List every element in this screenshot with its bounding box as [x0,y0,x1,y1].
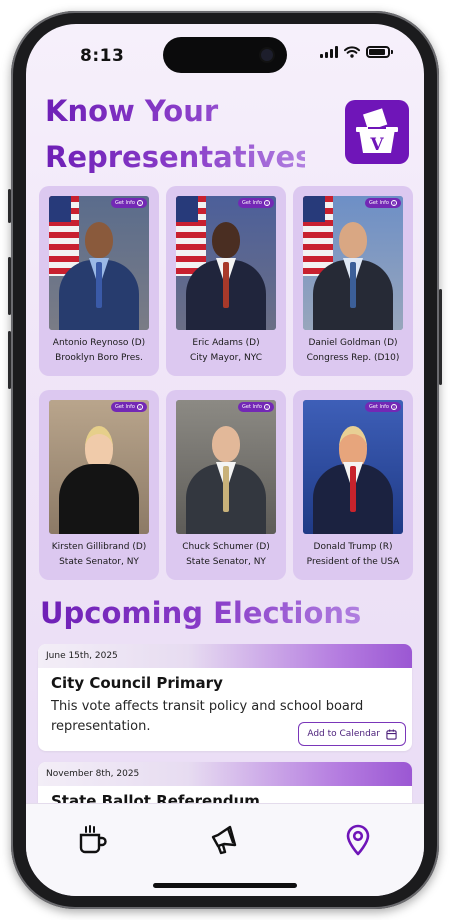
rep-card[interactable]: Get Info i Kirsten Gillibrand (D) State Se… [39,390,159,580]
rep-name-line: Chuck Schumer (D) [182,542,270,552]
ballot-box-icon: V [356,108,398,155]
megaphone-icon [211,825,237,855]
home-indicator[interactable] [153,883,297,888]
rep-title-line: Congress Rep. (D10) [306,353,400,363]
tab-location[interactable] [338,820,378,860]
election-date: June 15th, 2025 [38,644,412,668]
rep-card[interactable]: Get Info i Antonio Reynoso (D) Brooklyn Bo… [39,186,159,376]
get-info-label: Get Info [242,404,262,410]
rep-title-line: President of the USA [306,557,400,567]
get-info-button[interactable]: Get Info i [111,198,147,208]
rep-card[interactable]: Get Info i Chuck Schumer (D) State Senator… [166,390,286,580]
rep-name-line: Daniel Goldman (D) [308,338,398,348]
get-info-button[interactable]: Get Info i [365,198,401,208]
rep-photo [303,196,403,330]
page-title: Know Your Representatives [45,88,305,180]
tab-megaphone[interactable] [205,820,245,860]
rep-name-line: Donald Trump (R) [313,542,393,552]
rep-card[interactable]: Get Info i Donald Trump (R) President of t… [293,390,413,580]
rep-photo [303,400,403,534]
battery-icon [366,46,393,58]
volume-down-button [8,331,11,389]
rep-title-line: State Senator, NY [186,557,266,567]
ballot-box-logo[interactable]: V [345,100,409,164]
cellular-signal-icon [320,46,338,58]
info-icon: i [391,404,397,410]
get-info-button[interactable]: Get Info i [238,402,274,412]
get-info-label: Get Info [115,200,135,206]
rep-name: Donald Trump (R) President of the USA [297,540,409,570]
get-info-label: Get Info [115,404,135,410]
calendar-icon [386,728,397,740]
rep-name-line: Antonio Reynoso (D) [52,338,146,348]
location-pin-icon [346,824,370,856]
camera-icon [261,49,273,61]
rep-photo [176,196,276,330]
upcoming-elections-heading: Upcoming Elections [40,596,362,630]
page-title-line-2: Representatives [45,140,313,174]
rep-title-line: Brooklyn Boro Pres. [55,353,143,363]
info-icon: i [137,200,143,206]
rep-photo [176,400,276,534]
rep-name: Daniel Goldman (D) Congress Rep. (D10) [297,336,409,366]
rep-photo [49,196,149,330]
get-info-label: Get Info [242,200,262,206]
add-to-calendar-label: Add to Calendar [307,729,380,739]
action-button [8,189,11,223]
coffee-icon [79,825,107,854]
rep-name-line: Eric Adams (D) [192,338,260,348]
get-info-button[interactable]: Get Info i [365,402,401,412]
rep-name: Eric Adams (D) City Mayor, NYC [170,336,282,366]
rep-title-line: State Senator, NY [59,557,139,567]
rep-name: Chuck Schumer (D) State Senator, NY [170,540,282,570]
rep-name-line: Kirsten Gillibrand (D) [51,542,147,552]
info-icon: i [264,404,270,410]
page-title-line-1: Know Your [45,94,219,128]
logo-letter: V [369,135,384,155]
app-screen: 8:13 Know Your Representatives V Get Inf… [26,24,424,896]
rep-card[interactable]: Get Info i Daniel Goldman (D) Congress Rep… [293,186,413,376]
rep-photo [49,400,149,534]
get-info-button[interactable]: Get Info i [111,402,147,412]
election-card[interactable]: June 15th, 2025 City Council Primary Thi… [38,644,412,751]
get-info-button[interactable]: Get Info i [238,198,274,208]
election-date: November 8th, 2025 [38,762,412,786]
status-icons [320,46,393,58]
status-bar: 8:13 [26,24,424,84]
election-name: City Council Primary [51,674,223,692]
volume-up-button [8,257,11,315]
add-to-calendar-button[interactable]: Add to Calendar [298,722,406,746]
get-info-label: Get Info [369,200,389,206]
rep-card[interactable]: Get Info i Eric Adams (D) City Mayor, NYC [166,186,286,376]
tab-coffee[interactable] [72,820,112,860]
info-icon: i [137,404,143,410]
status-time: 8:13 [80,46,125,66]
wifi-icon [344,46,360,58]
bottom-tab-bar [26,803,424,896]
get-info-label: Get Info [369,404,389,410]
info-icon: i [391,200,397,206]
representatives-grid: Get Info i Antonio Reynoso (D) Brooklyn Bo… [39,186,414,580]
rep-name: Kirsten Gillibrand (D) State Senator, NY [43,540,155,570]
dynamic-island [163,37,287,73]
info-icon: i [264,200,270,206]
rep-name: Antonio Reynoso (D) Brooklyn Boro Pres. [43,336,155,366]
rep-title-line: City Mayor, NYC [189,353,263,363]
power-button [439,289,442,385]
